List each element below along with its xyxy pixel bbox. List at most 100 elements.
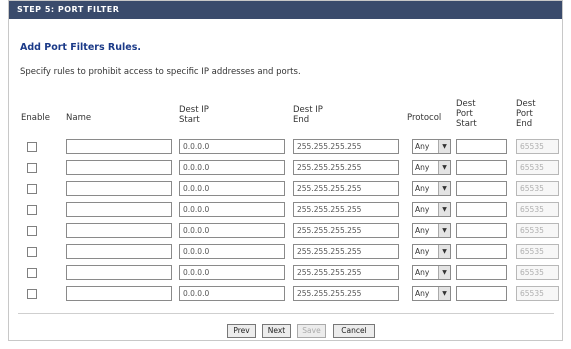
enable-checkbox[interactable] xyxy=(27,247,37,257)
dest-port-end-input[interactable]: 65535 xyxy=(516,244,559,259)
dest-port-start-input[interactable] xyxy=(456,223,507,238)
filter-rule-row: 0.0.0.0 255.255.255.255 Any ▼ 65535 xyxy=(9,179,562,200)
protocol-value: Any xyxy=(415,247,430,256)
chevron-down-icon: ▼ xyxy=(438,224,450,237)
name-input[interactable] xyxy=(66,265,172,280)
filter-rule-row: 0.0.0.0 255.255.255.255 Any ▼ 65535 xyxy=(9,158,562,179)
step-header: STEP 5: PORT FILTER xyxy=(9,1,562,19)
dest-port-start-input[interactable] xyxy=(456,286,507,301)
cancel-button[interactable]: Cancel xyxy=(333,324,375,338)
col-header-dest-ip-end: Dest IP End xyxy=(293,105,323,125)
dest-port-end-input[interactable]: 65535 xyxy=(516,139,559,154)
protocol-select[interactable]: Any ▼ xyxy=(412,139,451,154)
section-description: Specify rules to prohibit access to spec… xyxy=(20,67,301,77)
chevron-down-icon: ▼ xyxy=(438,287,450,300)
col-header-line: End xyxy=(516,119,533,129)
protocol-value: Any xyxy=(415,184,430,193)
dest-ip-end-input[interactable]: 255.255.255.255 xyxy=(293,244,399,259)
name-input[interactable] xyxy=(66,160,172,175)
col-header-line: Port xyxy=(456,109,473,119)
dest-ip-start-input[interactable]: 0.0.0.0 xyxy=(179,244,285,259)
section-title: Add Port Filters Rules. xyxy=(20,42,141,53)
filter-rule-row: 0.0.0.0 255.255.255.255 Any ▼ 65535 xyxy=(9,221,562,242)
dest-port-start-input[interactable] xyxy=(456,265,507,280)
dest-ip-end-input[interactable]: 255.255.255.255 xyxy=(293,265,399,280)
name-input[interactable] xyxy=(66,202,172,217)
dest-port-end-input[interactable]: 65535 xyxy=(516,223,559,238)
enable-checkbox[interactable] xyxy=(27,205,37,215)
name-input[interactable] xyxy=(66,139,172,154)
name-input[interactable] xyxy=(66,181,172,196)
dest-port-start-input[interactable] xyxy=(456,139,507,154)
chevron-down-icon: ▼ xyxy=(438,203,450,216)
col-header-enable: Enable xyxy=(21,113,50,123)
col-header-name: Name xyxy=(66,113,92,123)
name-input[interactable] xyxy=(66,286,172,301)
filter-rule-row: 0.0.0.0 255.255.255.255 Any ▼ 65535 xyxy=(9,137,562,158)
dest-port-start-input[interactable] xyxy=(456,160,507,175)
col-header-line: Dest IP xyxy=(293,105,323,115)
filter-rule-row: 0.0.0.0 255.255.255.255 Any ▼ 65535 xyxy=(9,284,562,305)
dest-ip-start-input[interactable]: 0.0.0.0 xyxy=(179,160,285,175)
dest-ip-end-input[interactable]: 255.255.255.255 xyxy=(293,202,399,217)
protocol-select[interactable]: Any ▼ xyxy=(412,181,451,196)
prev-button[interactable]: Prev xyxy=(227,324,256,338)
enable-checkbox[interactable] xyxy=(27,226,37,236)
col-header-line: Start xyxy=(179,115,200,125)
dest-port-end-input[interactable]: 65535 xyxy=(516,286,559,301)
port-filter-panel: STEP 5: PORT FILTER Add Port Filters Rul… xyxy=(8,0,563,341)
filter-rule-row: 0.0.0.0 255.255.255.255 Any ▼ 65535 xyxy=(9,263,562,284)
dest-ip-end-input[interactable]: 255.255.255.255 xyxy=(293,139,399,154)
dest-ip-start-input[interactable]: 0.0.0.0 xyxy=(179,223,285,238)
col-header-protocol: Protocol xyxy=(407,113,442,123)
chevron-down-icon: ▼ xyxy=(438,161,450,174)
dest-ip-start-input[interactable]: 0.0.0.0 xyxy=(179,286,285,301)
dest-port-end-input[interactable]: 65535 xyxy=(516,160,559,175)
col-header-line: End xyxy=(293,115,310,125)
chevron-down-icon: ▼ xyxy=(438,266,450,279)
protocol-value: Any xyxy=(415,163,430,172)
protocol-select[interactable]: Any ▼ xyxy=(412,265,451,280)
enable-checkbox[interactable] xyxy=(27,268,37,278)
col-header-dest-port-start: Dest Port Start xyxy=(456,99,477,129)
dest-port-end-input[interactable]: 65535 xyxy=(516,265,559,280)
dest-ip-end-input[interactable]: 255.255.255.255 xyxy=(293,181,399,196)
enable-checkbox[interactable] xyxy=(27,184,37,194)
dest-ip-start-input[interactable]: 0.0.0.0 xyxy=(179,181,285,196)
dest-ip-end-input[interactable]: 255.255.255.255 xyxy=(293,223,399,238)
protocol-select[interactable]: Any ▼ xyxy=(412,286,451,301)
dest-ip-end-input[interactable]: 255.255.255.255 xyxy=(293,160,399,175)
dest-ip-start-input[interactable]: 0.0.0.0 xyxy=(179,265,285,280)
protocol-value: Any xyxy=(415,289,430,298)
col-header-line: Port xyxy=(516,109,533,119)
col-header-dest-ip-start: Dest IP Start xyxy=(179,105,209,125)
protocol-select[interactable]: Any ▼ xyxy=(412,202,451,217)
chevron-down-icon: ▼ xyxy=(438,245,450,258)
dest-ip-end-input[interactable]: 255.255.255.255 xyxy=(293,286,399,301)
name-input[interactable] xyxy=(66,244,172,259)
dest-port-end-input[interactable]: 65535 xyxy=(516,181,559,196)
protocol-value: Any xyxy=(415,142,430,151)
name-input[interactable] xyxy=(66,223,172,238)
enable-checkbox[interactable] xyxy=(27,163,37,173)
enable-checkbox[interactable] xyxy=(27,289,37,299)
dest-port-start-input[interactable] xyxy=(456,202,507,217)
next-button[interactable]: Next xyxy=(262,324,291,338)
protocol-select[interactable]: Any ▼ xyxy=(412,160,451,175)
save-button[interactable]: Save xyxy=(297,324,326,338)
col-header-line: Dest IP xyxy=(179,105,209,115)
col-header-line: Dest xyxy=(456,99,476,109)
dest-port-start-input[interactable] xyxy=(456,181,507,196)
protocol-select[interactable]: Any ▼ xyxy=(412,244,451,259)
enable-checkbox[interactable] xyxy=(27,142,37,152)
chevron-down-icon: ▼ xyxy=(438,140,450,153)
dest-ip-start-input[interactable]: 0.0.0.0 xyxy=(179,202,285,217)
dest-ip-start-input[interactable]: 0.0.0.0 xyxy=(179,139,285,154)
dest-port-end-input[interactable]: 65535 xyxy=(516,202,559,217)
divider xyxy=(18,313,554,314)
protocol-value: Any xyxy=(415,268,430,277)
col-header-dest-port-end: Dest Port End xyxy=(516,99,536,129)
filter-rule-row: 0.0.0.0 255.255.255.255 Any ▼ 65535 xyxy=(9,242,562,263)
dest-port-start-input[interactable] xyxy=(456,244,507,259)
protocol-select[interactable]: Any ▼ xyxy=(412,223,451,238)
